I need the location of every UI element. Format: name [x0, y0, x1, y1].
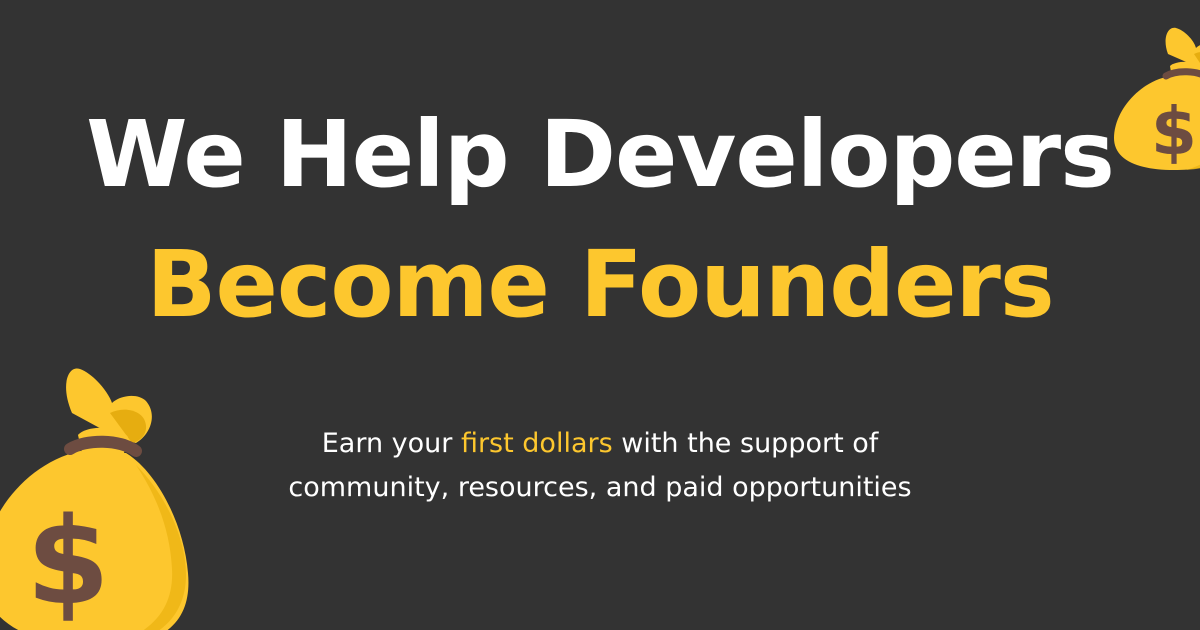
subtitle-line-2: community, resources, and paid opportuni…	[288, 472, 912, 503]
subtitle: Earn your first dollars with the support…	[150, 422, 1050, 510]
subtitle-highlight: first dollars	[460, 428, 613, 459]
money-bag-icon: $	[0, 368, 189, 630]
subtitle-text-start: Earn your	[321, 428, 461, 459]
hero-banner: We Help Developers Become Founders Earn …	[0, 0, 1200, 630]
subtitle-text-end: with the support of	[612, 428, 879, 459]
headline-line-2: Become Founders	[146, 231, 1054, 338]
svg-text:$: $	[1151, 93, 1197, 170]
money-bag-icon: $	[1114, 27, 1200, 170]
svg-text:$: $	[26, 493, 110, 630]
headline-line-1: We Help Developers	[86, 101, 1115, 208]
